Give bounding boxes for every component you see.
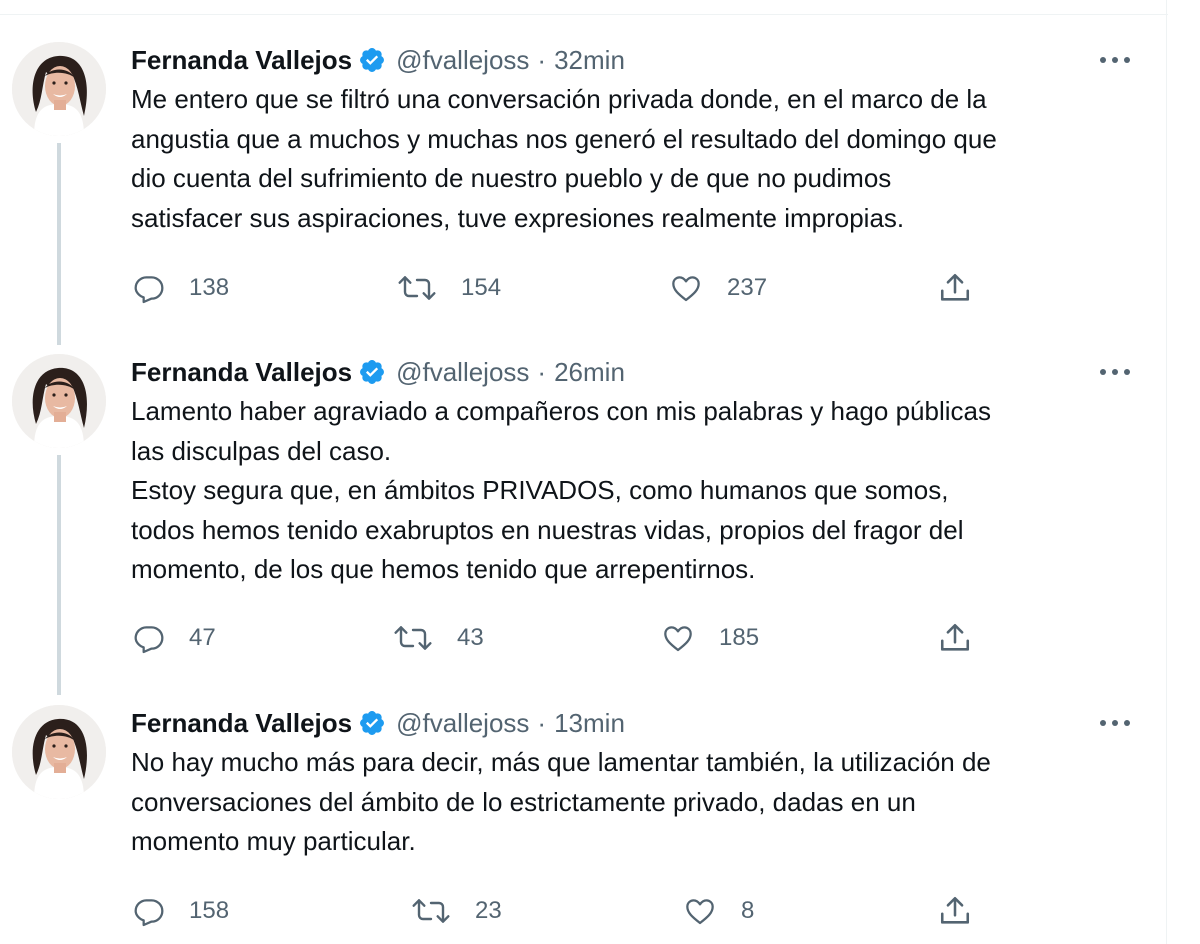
tweet-header: Fernanda Vallejos @fvallejoss · 13min [131,705,625,741]
separator-dot: · [537,707,547,738]
reply-button[interactable]: 158 [133,891,229,931]
retweet-count: 23 [475,897,502,924]
tweet-text-line: satisfacer sus aspiraciones, tuve expres… [131,202,905,233]
tweet-actions: 138 154 237 [131,268,991,308]
author-name[interactable]: Fernanda Vallejos [131,708,352,739]
tweet-timestamp[interactable]: 26min [554,357,625,388]
more-icon[interactable] [1098,362,1132,382]
like-icon [664,626,692,652]
like-count: 185 [719,624,760,651]
tweet-text-line: Lamento haber agraviado a compañeros con… [131,396,991,426]
avatar[interactable] [12,705,106,799]
author-handle[interactable]: @fvallejoss [396,708,529,739]
tweet-text: Lamento haber agraviado a compañeros con… [131,392,1141,590]
reply-count: 158 [189,897,230,924]
tweet-text-line: angustia que a muchos y muchas nos gener… [131,123,997,154]
avatar[interactable] [12,42,106,136]
tweet-text-line: No hay mucho más para decir, más que lam… [131,747,991,777]
tweet-actions: 47 43 185 [131,618,991,658]
reply-button[interactable]: 47 [133,618,216,658]
retweet-icon [412,899,450,923]
reply-count: 138 [189,274,230,301]
verified-badge-icon [358,46,386,74]
verified-badge-icon [358,358,386,386]
tweet-text-line: conversaciones del ámbito de lo estricta… [131,786,916,817]
tweet[interactable]: Fernanda Vallejos @fvallejoss · 26min La… [0,354,1166,694]
retweet-count: 154 [461,274,502,301]
like-icon [686,899,714,925]
tweet-header: Fernanda Vallejos @fvallejoss · 32min [131,42,625,78]
more-icon[interactable] [1098,713,1132,733]
share-button[interactable] [937,618,973,658]
tweet-text-line: momento, de los que hemos tenido que arr… [131,554,756,584]
tweet-text: No hay mucho más para decir, más que lam… [131,743,1141,862]
share-button[interactable] [937,891,973,931]
more-icon[interactable] [1098,50,1132,70]
tweet-header: Fernanda Vallejos @fvallejoss · 26min [131,354,625,390]
retweet-button[interactable]: 23 [411,891,502,931]
reply-count: 47 [189,624,216,651]
tweet-text-line: todos hemos tenido exabruptos en nuestra… [131,514,964,545]
share-button[interactable] [937,268,973,308]
separator-dot: · [537,356,547,387]
reply-icon [134,626,164,654]
author-handle[interactable]: @fvallejoss [396,45,529,76]
like-button[interactable]: 237 [669,268,767,308]
retweet-icon [398,276,436,300]
avatar[interactable] [12,354,106,448]
like-button[interactable]: 185 [661,618,759,658]
author-name[interactable]: Fernanda Vallejos [131,357,352,388]
top-divider [0,0,1168,15]
author-name[interactable]: Fernanda Vallejos [131,45,352,76]
tweet-text: Me entero que se filtró una conversación… [131,80,1141,238]
reply-icon [134,276,164,304]
like-button[interactable]: 8 [683,891,754,931]
column-border [1166,0,1167,944]
like-count: 237 [727,274,768,301]
share-icon [940,273,970,301]
like-icon [672,276,700,302]
tweet-text-line: Me entero que se filtró una conversación… [131,84,987,114]
share-icon [940,623,970,651]
tweet-text-line: dio cuenta del sufrimiento de nuestro pu… [131,163,892,193]
reply-icon [134,899,164,927]
retweet-count: 43 [457,624,484,651]
separator-dot: · [537,44,547,75]
tweet-timestamp[interactable]: 13min [554,708,625,739]
tweet-text-line: las disculpas del caso. [131,435,392,466]
author-handle[interactable]: @fvallejoss [396,357,529,388]
tweet-text-line: momento muy particular. [131,826,416,856]
retweet-button[interactable]: 43 [393,618,484,658]
retweet-button[interactable]: 154 [397,268,501,308]
reply-button[interactable]: 138 [133,268,229,308]
retweet-icon [394,626,432,650]
share-icon [940,896,970,924]
tweet-text-line: Estoy segura que, en ámbitos PRIVADOS, c… [131,475,949,505]
tweet[interactable]: Fernanda Vallejos @fvallejoss · 32min Me… [0,42,1166,342]
tweet-timestamp[interactable]: 32min [554,45,625,76]
tweet[interactable]: Fernanda Vallejos @fvallejoss · 13min No… [0,705,1166,944]
verified-badge-icon [358,709,386,737]
tweet-actions: 158 23 8 [131,891,991,931]
like-count: 8 [741,897,755,924]
